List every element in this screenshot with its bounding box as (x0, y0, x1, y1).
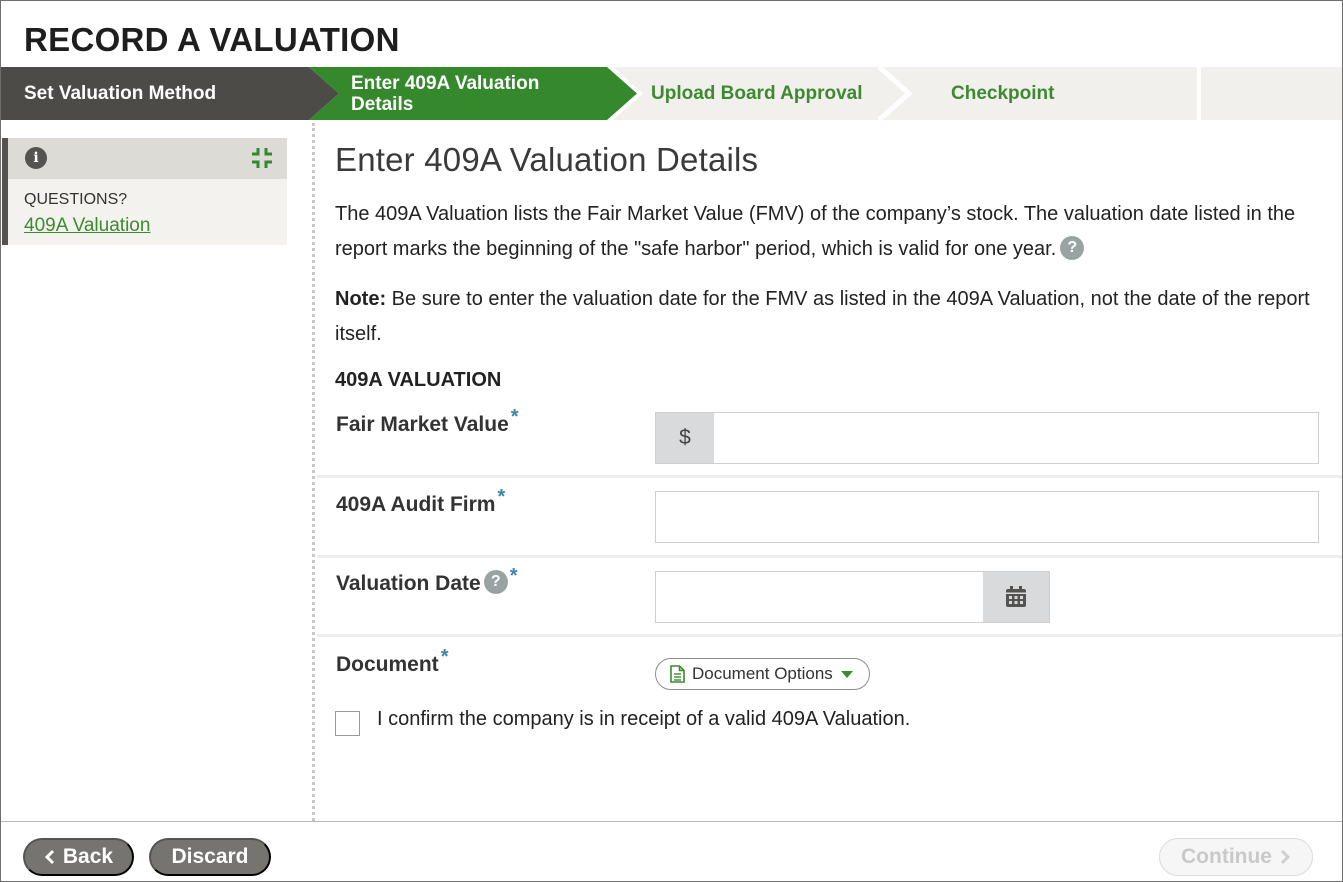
valuation-date-group (655, 571, 1050, 623)
section-title: Enter 409A Valuation Details (335, 141, 759, 178)
required-mark: * (509, 565, 518, 587)
app-frame: RECORD A VALUATION Set Valuation Method … (0, 0, 1343, 882)
step-label: Enter 409A Valuation Details (351, 72, 540, 115)
fair-market-value-label: Fair Market Value * (336, 406, 519, 436)
footer-bar: Back Discard Continue (1, 821, 1342, 881)
intro-text: The 409A Valuation lists the Fair Market… (335, 203, 1296, 260)
step-checkpoint[interactable]: Checkpoint (907, 67, 1197, 120)
valuation-date-input[interactable] (656, 572, 983, 622)
document-options-label: Document Options (692, 664, 833, 683)
form-row-valuation-date: Valuation Date? * (317, 558, 1342, 637)
step-upload-board-approval[interactable]: Upload Board Approval (607, 67, 913, 120)
question-icon[interactable]: ? (483, 570, 508, 595)
help-link-409a-valuation[interactable]: 409A Valuation (24, 215, 150, 237)
note-label: Note: (335, 288, 387, 310)
document-label: Document * (336, 646, 449, 676)
help-panel: i QUESTIONS? 409A Valuation (2, 138, 287, 245)
document-options-button[interactable]: Document Options (655, 658, 870, 690)
currency-prefix: $ (656, 413, 714, 463)
step-set-valuation-method[interactable]: Set Valuation Method (1, 67, 339, 120)
collapse-icon[interactable] (251, 147, 273, 169)
calendar-icon (1006, 586, 1026, 607)
step-label: Upload Board Approval (651, 82, 863, 104)
help-questions-label: QUESTIONS? (24, 191, 128, 208)
step-enter-409a-details[interactable]: Enter 409A Valuation Details (309, 67, 637, 120)
back-button[interactable]: Back (23, 838, 134, 876)
note-text: Note: Be sure to enter the valuation dat… (335, 288, 1310, 345)
wizard-stepper: Set Valuation Method Enter 409A Valuatio… (1, 67, 1342, 120)
required-mark: * (440, 646, 449, 668)
form-row-fair-market-value: Fair Market Value * $ (317, 399, 1342, 478)
audit-firm-input[interactable] (655, 491, 1319, 543)
audit-firm-label: 409A Audit Firm * (336, 486, 506, 516)
continue-button[interactable]: Continue (1159, 838, 1313, 876)
form-row-audit-firm: 409A Audit Firm * (317, 479, 1342, 558)
caret-down-icon (840, 670, 853, 678)
help-panel-header: i (8, 138, 287, 179)
file-icon (670, 665, 685, 683)
chevron-left-icon (44, 849, 54, 865)
panel-divider (312, 123, 315, 821)
valuation-date-label: Valuation Date? * (336, 565, 518, 595)
page-title: RECORD A VALUATION (24, 21, 400, 58)
fair-market-value-input[interactable] (714, 413, 1318, 463)
confirm-checkbox[interactable] (335, 711, 360, 736)
info-icon: i (25, 147, 47, 169)
calendar-button[interactable] (983, 572, 1049, 622)
step-label: Checkpoint (951, 82, 1055, 104)
confirm-label: I confirm the company is in receipt of a… (377, 708, 911, 730)
fair-market-value-group: $ (655, 412, 1319, 464)
required-mark: * (510, 406, 519, 428)
form-section-heading: 409A VALUATION (335, 369, 502, 391)
step-label: Set Valuation Method (24, 82, 217, 104)
step-separator (877, 67, 913, 120)
chevron-right-icon (1280, 849, 1291, 865)
discard-button[interactable]: Discard (149, 838, 271, 876)
required-mark: * (497, 486, 506, 508)
question-icon[interactable]: ? (1060, 235, 1085, 260)
